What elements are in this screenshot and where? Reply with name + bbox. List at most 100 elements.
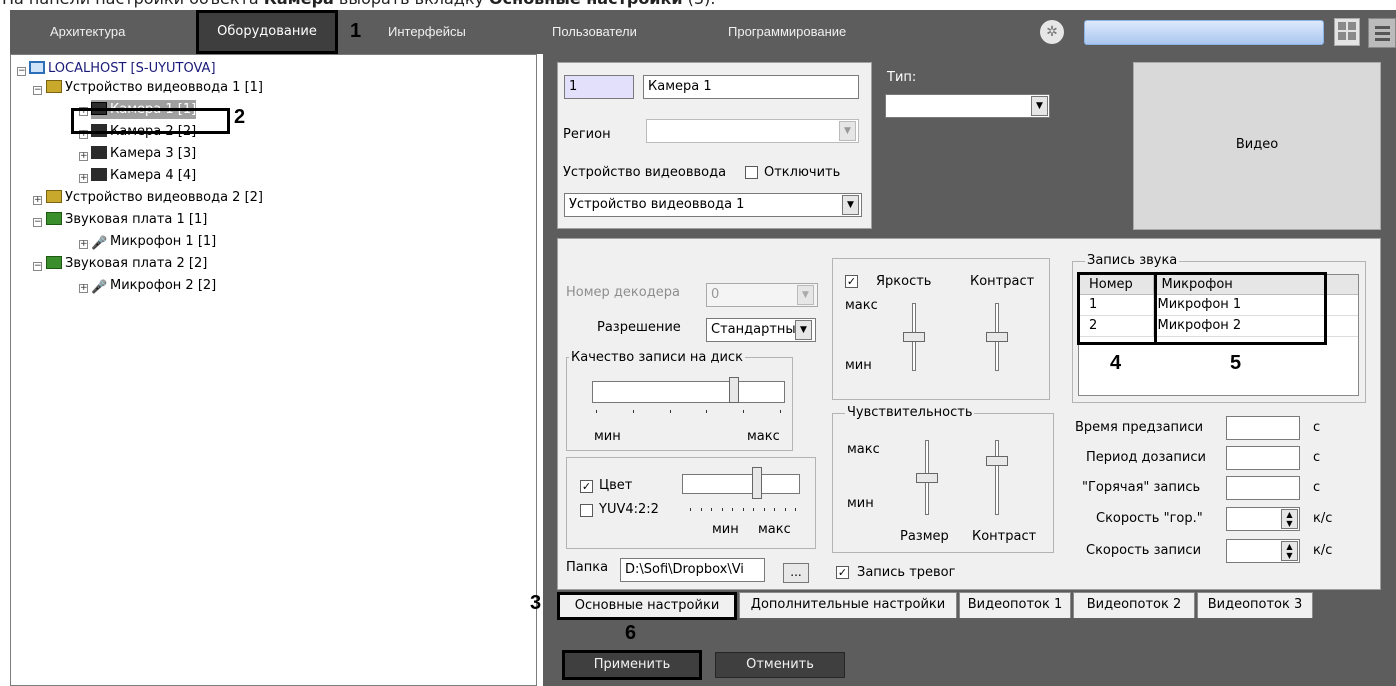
color-tick (774, 508, 775, 511)
camera-icon (91, 146, 107, 159)
camera-identity-group: 1 Камера 1 Регион ▼ Устройство видеоввод… (557, 62, 872, 229)
disable-checkbox[interactable] (745, 166, 758, 179)
browse-button[interactable]: ... (783, 563, 809, 583)
tab-video-stream-1[interactable]: Видеопоток 1 (959, 592, 1071, 618)
hot-record-field[interactable] (1226, 476, 1300, 500)
hot-speed-label: Скорость "гор." (1096, 511, 1203, 526)
yuv-checkbox[interactable] (580, 504, 593, 517)
tab-video-stream-2[interactable]: Видеопоток 2 (1073, 592, 1195, 618)
chevron-down-icon[interactable]: ▼ (839, 121, 856, 141)
collapse-icon[interactable]: − (17, 67, 26, 76)
hot-record-label: "Горячая" запись (1082, 480, 1201, 495)
contrast-slider-thumb[interactable] (986, 332, 1008, 342)
expand-icon[interactable]: + (79, 152, 88, 161)
tree-node-localhost[interactable]: LOCALHOST [S-UYUTOVA] (29, 59, 216, 78)
quality-tick (743, 410, 745, 413)
quality-min-label: мин (594, 429, 621, 444)
sensitivity-contrast-slider-thumb[interactable] (986, 456, 1008, 467)
color-tick (721, 508, 723, 511)
tree-node-microphone-2[interactable]: 🎤 Микрофон 2 [2] (91, 276, 216, 295)
tab-interfaces[interactable]: Интерфейсы (388, 10, 466, 54)
alarm-record-checkbox[interactable]: ✓ (836, 566, 849, 579)
expand-icon[interactable]: + (33, 196, 42, 205)
callout-2: 2 (234, 106, 246, 128)
settings-gear-icon[interactable]: ✲ (1040, 20, 1064, 44)
sensitivity-contrast-label: Контраст (972, 529, 1037, 544)
color-min-label: мин (712, 522, 739, 537)
alarm-record-label: Запись тревог (857, 565, 956, 580)
prerecord-field[interactable] (1226, 416, 1300, 440)
apply-button[interactable]: Применить (562, 650, 702, 680)
type-select[interactable] (885, 94, 1050, 118)
caption-object: Камера (264, 0, 334, 8)
video-preview: Видео (1133, 62, 1381, 230)
tab-architecture[interactable]: Архитектура (50, 10, 125, 54)
tree-node-camera-3[interactable]: Камера 3 [3] (91, 144, 196, 163)
postrecord-field[interactable] (1226, 446, 1300, 470)
quality-slider-track[interactable] (592, 381, 785, 403)
layout-grid-icon[interactable] (1334, 18, 1360, 46)
quality-max-label: макс (747, 429, 780, 444)
tree-node-sound-card-2[interactable]: Звуковая плата 2 [2] (46, 254, 207, 273)
color-slider-track[interactable] (682, 474, 800, 494)
color-tick (753, 508, 754, 511)
tree-node-video-input-1[interactable]: Устройство видеоввода 1 [1] (46, 78, 263, 97)
camera-icon (91, 168, 107, 181)
sens-min-label: мин (847, 496, 874, 511)
color-tick (711, 508, 712, 511)
device-label: Устройство видеоввода (563, 165, 727, 180)
caption-suffix: (3). (683, 0, 716, 8)
expand-icon[interactable]: + (79, 174, 88, 183)
camera-name-field[interactable]: Камера 1 (643, 75, 859, 99)
collapse-icon[interactable]: − (33, 262, 42, 271)
collapse-icon[interactable]: − (33, 86, 42, 95)
collapse-icon[interactable]: − (33, 218, 42, 227)
expand-icon[interactable]: + (79, 240, 88, 249)
unit-seconds: с (1313, 420, 1321, 435)
chevron-down-icon[interactable]: ▼ (1031, 96, 1048, 116)
tree-node-video-input-2[interactable]: Устройство видеоввода 2 [2] (46, 188, 263, 207)
tab-equipment[interactable]: Оборудование (196, 10, 338, 54)
video-capture-board-icon (46, 80, 62, 93)
video-capture-board-icon (46, 190, 62, 203)
chevron-down-icon[interactable]: ▼ (842, 195, 859, 215)
size-slider-thumb[interactable] (916, 472, 938, 483)
chevron-down-icon[interactable]: ▼ (797, 285, 814, 305)
quality-tick (632, 410, 634, 413)
chevron-down-icon[interactable]: ▼ (795, 320, 812, 340)
callout-3: 3 (530, 592, 542, 614)
spinner-icon[interactable]: ▲ ▼ (1281, 541, 1298, 561)
hardware-tree: − LOCALHOST [S-UYUTOVA] − Устройство вид… (10, 54, 537, 686)
color-checkbox[interactable]: ✓ (580, 480, 593, 493)
sensitivity-contrast-slider-track[interactable] (995, 440, 999, 515)
quality-tick (596, 410, 597, 413)
tree-node-sound-card-1[interactable]: Звуковая плата 1 [1] (46, 210, 207, 229)
camera-id-field[interactable]: 1 (564, 75, 634, 99)
expand-icon[interactable]: + (79, 284, 88, 293)
unit-seconds: с (1313, 480, 1321, 495)
brightness-slider-thumb[interactable] (903, 332, 925, 342)
quality-slider-thumb[interactable] (729, 377, 740, 403)
callout-1: 1 (350, 20, 362, 42)
color-max-label: макс (758, 522, 791, 537)
tab-main-settings[interactable]: Основные настройки (557, 592, 737, 620)
region-select[interactable] (646, 119, 859, 143)
tree-node-camera-4[interactable]: Камера 4 [4] (91, 166, 196, 185)
unit-seconds: с (1313, 450, 1321, 465)
tab-video-stream-3[interactable]: Видеопоток 3 (1197, 592, 1313, 618)
folder-field[interactable]: D:\Sofi\Dropbox\Vi (620, 558, 765, 582)
color-slider-thumb[interactable] (752, 467, 763, 499)
search-input[interactable] (1084, 20, 1324, 45)
tab-programming[interactable]: Программирование (728, 10, 846, 54)
tab-users[interactable]: Пользователи (552, 10, 637, 54)
cancel-button[interactable]: Отменить (715, 652, 845, 678)
tree-node-microphone-1[interactable]: 🎤 Микрофон 1 [1] (91, 232, 216, 251)
highlight-divider (1154, 272, 1157, 345)
spinner-icon[interactable]: ▲ ▼ (1281, 509, 1298, 529)
record-speed-label: Скорость записи (1086, 543, 1202, 558)
tab-advanced-settings[interactable]: Дополнительные настройки (739, 592, 957, 618)
color-tick (690, 508, 691, 511)
brightness-checkbox[interactable]: ✓ (845, 275, 858, 288)
device-select[interactable]: Устройство видеоввода 1 (564, 193, 862, 217)
menu-icon[interactable] (1368, 18, 1396, 48)
